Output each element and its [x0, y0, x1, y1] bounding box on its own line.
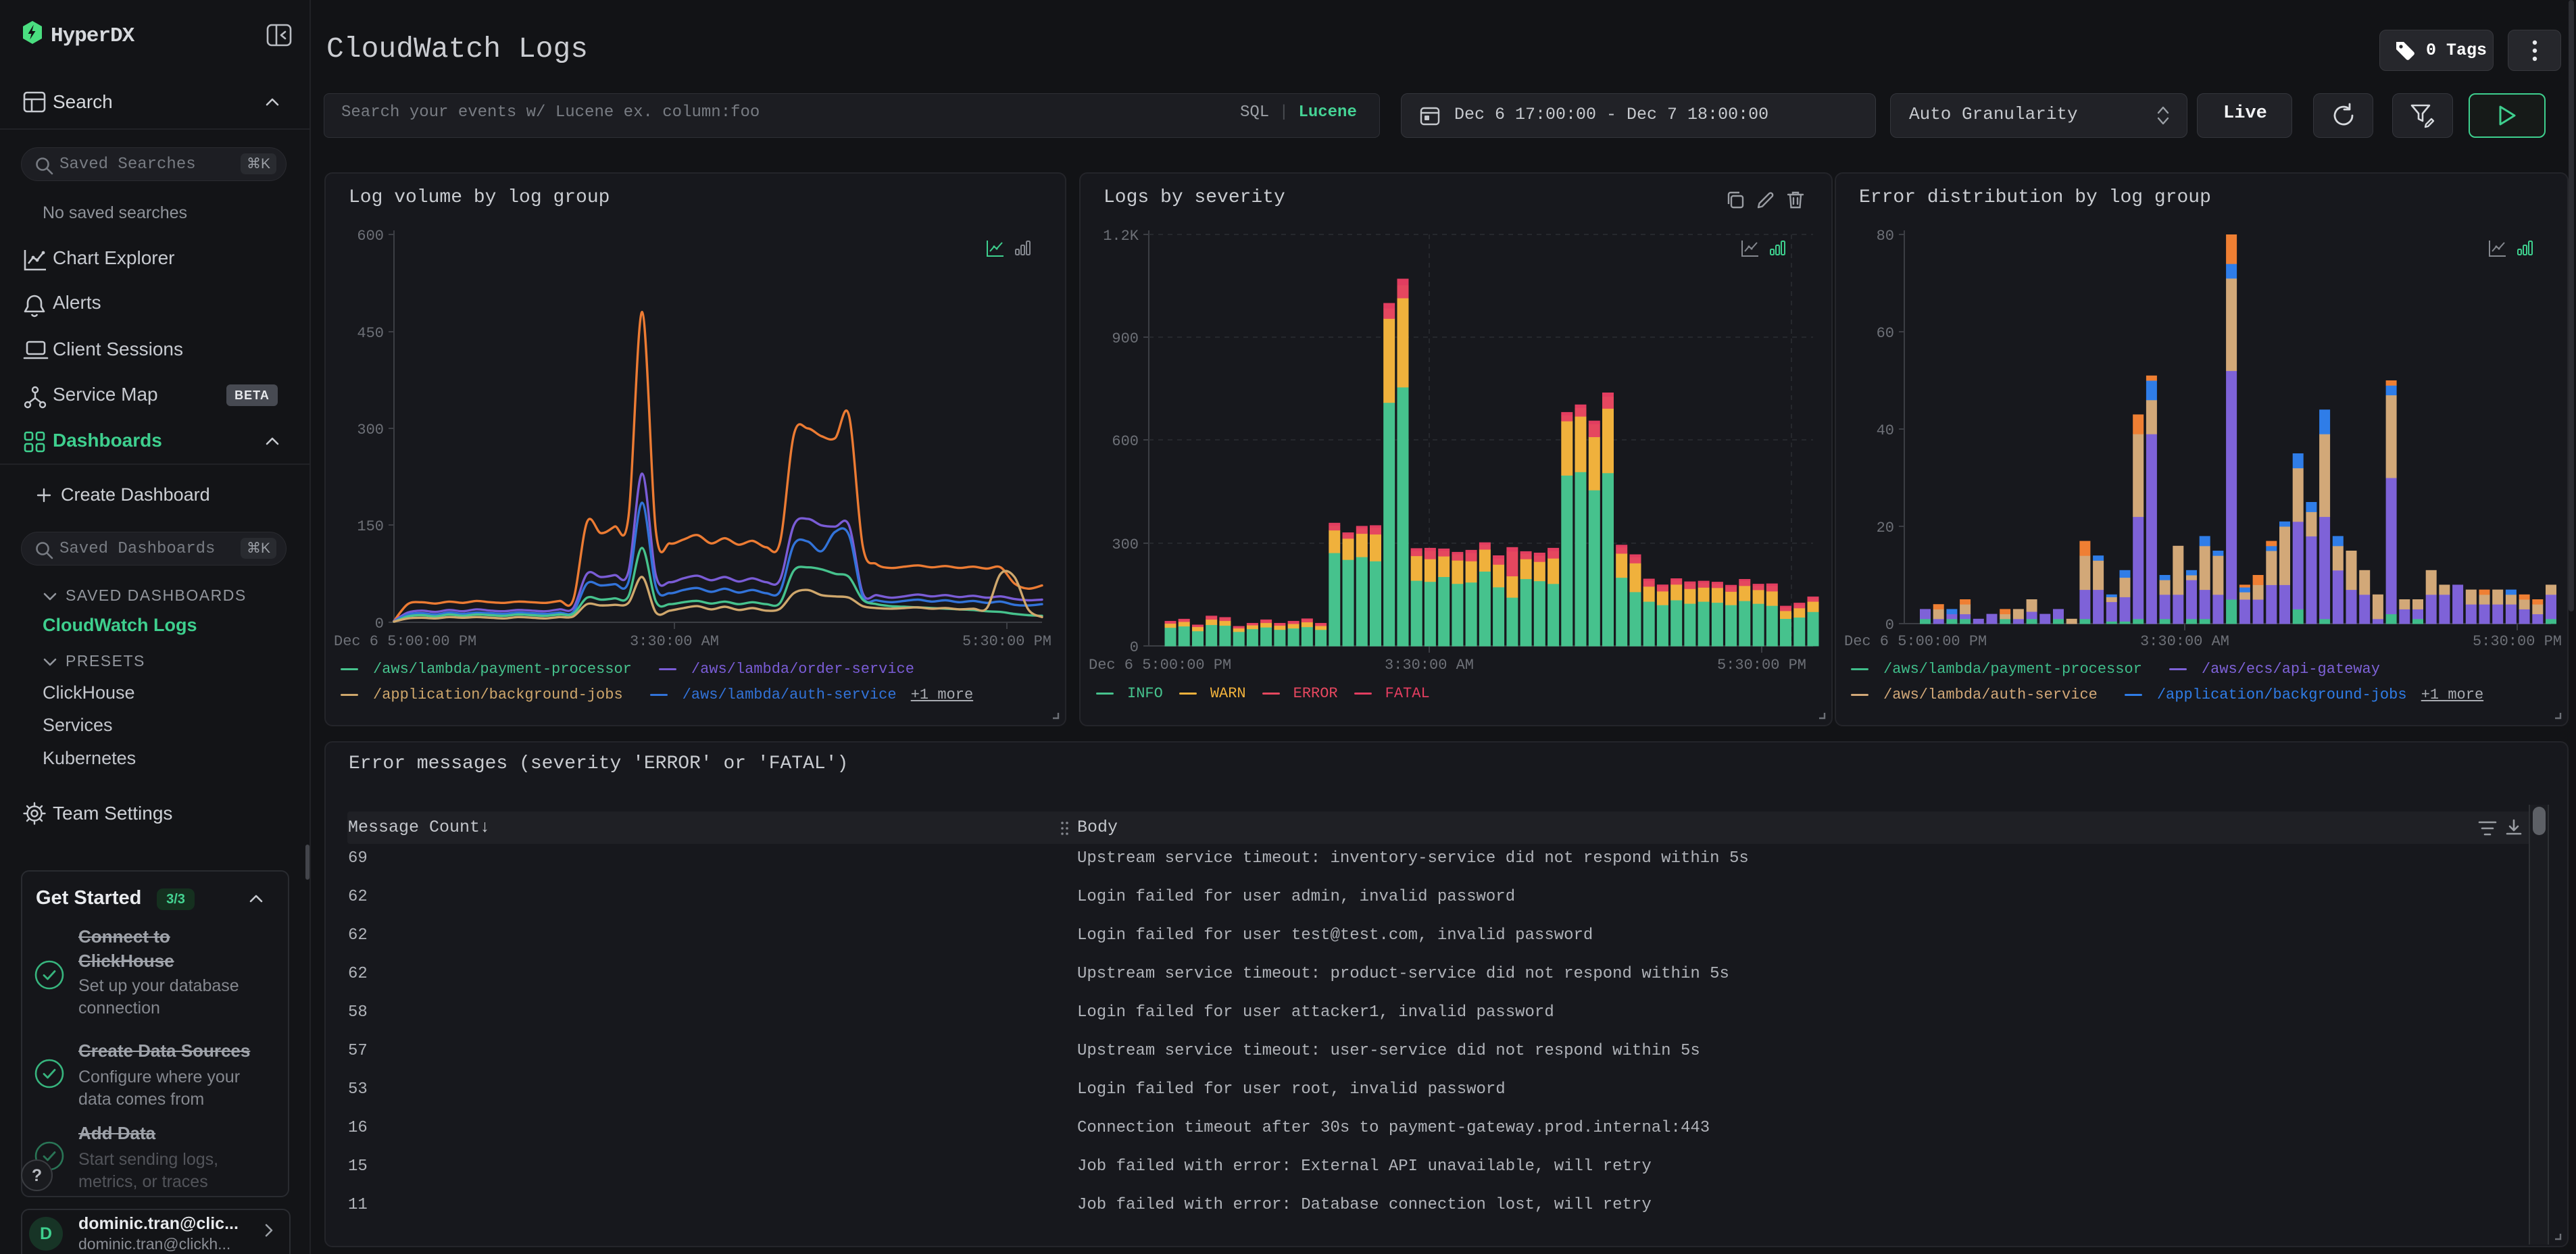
svg-text:Dec 6 5:00:00 PM: Dec 6 5:00:00 PM — [1844, 633, 1987, 650]
svg-text:0: 0 — [1885, 617, 1894, 634]
svg-text:Dec 6 5:00:00 PM: Dec 6 5:00:00 PM — [1089, 657, 1231, 674]
svg-text:600: 600 — [1112, 433, 1139, 450]
svg-text:600: 600 — [357, 228, 384, 245]
svg-text:3:30:00 AM: 3:30:00 AM — [630, 633, 719, 650]
svg-text:60: 60 — [1877, 325, 1894, 342]
svg-text:3:30:00 AM: 3:30:00 AM — [2140, 633, 2229, 650]
svg-text:300: 300 — [357, 422, 384, 438]
svg-text:20: 20 — [1877, 520, 1894, 536]
svg-text:1.2K: 1.2K — [1103, 228, 1139, 245]
svg-text:900: 900 — [1112, 330, 1139, 347]
svg-text:5:30:00 PM: 5:30:00 PM — [962, 633, 1051, 650]
svg-text:300: 300 — [1112, 536, 1139, 553]
svg-text:0: 0 — [1130, 639, 1139, 656]
svg-text:Dec 6 5:00:00 PM: Dec 6 5:00:00 PM — [334, 633, 476, 650]
svg-text:80: 80 — [1877, 228, 1894, 245]
svg-text:5:30:00 PM: 5:30:00 PM — [1717, 657, 1806, 674]
svg-text:3:30:00 AM: 3:30:00 AM — [1385, 657, 1474, 674]
svg-text:0: 0 — [375, 616, 384, 632]
svg-text:40: 40 — [1877, 422, 1894, 439]
svg-text:5:30:00 PM: 5:30:00 PM — [2473, 633, 2562, 650]
svg-text:450: 450 — [357, 325, 384, 342]
svg-text:150: 150 — [357, 518, 384, 535]
